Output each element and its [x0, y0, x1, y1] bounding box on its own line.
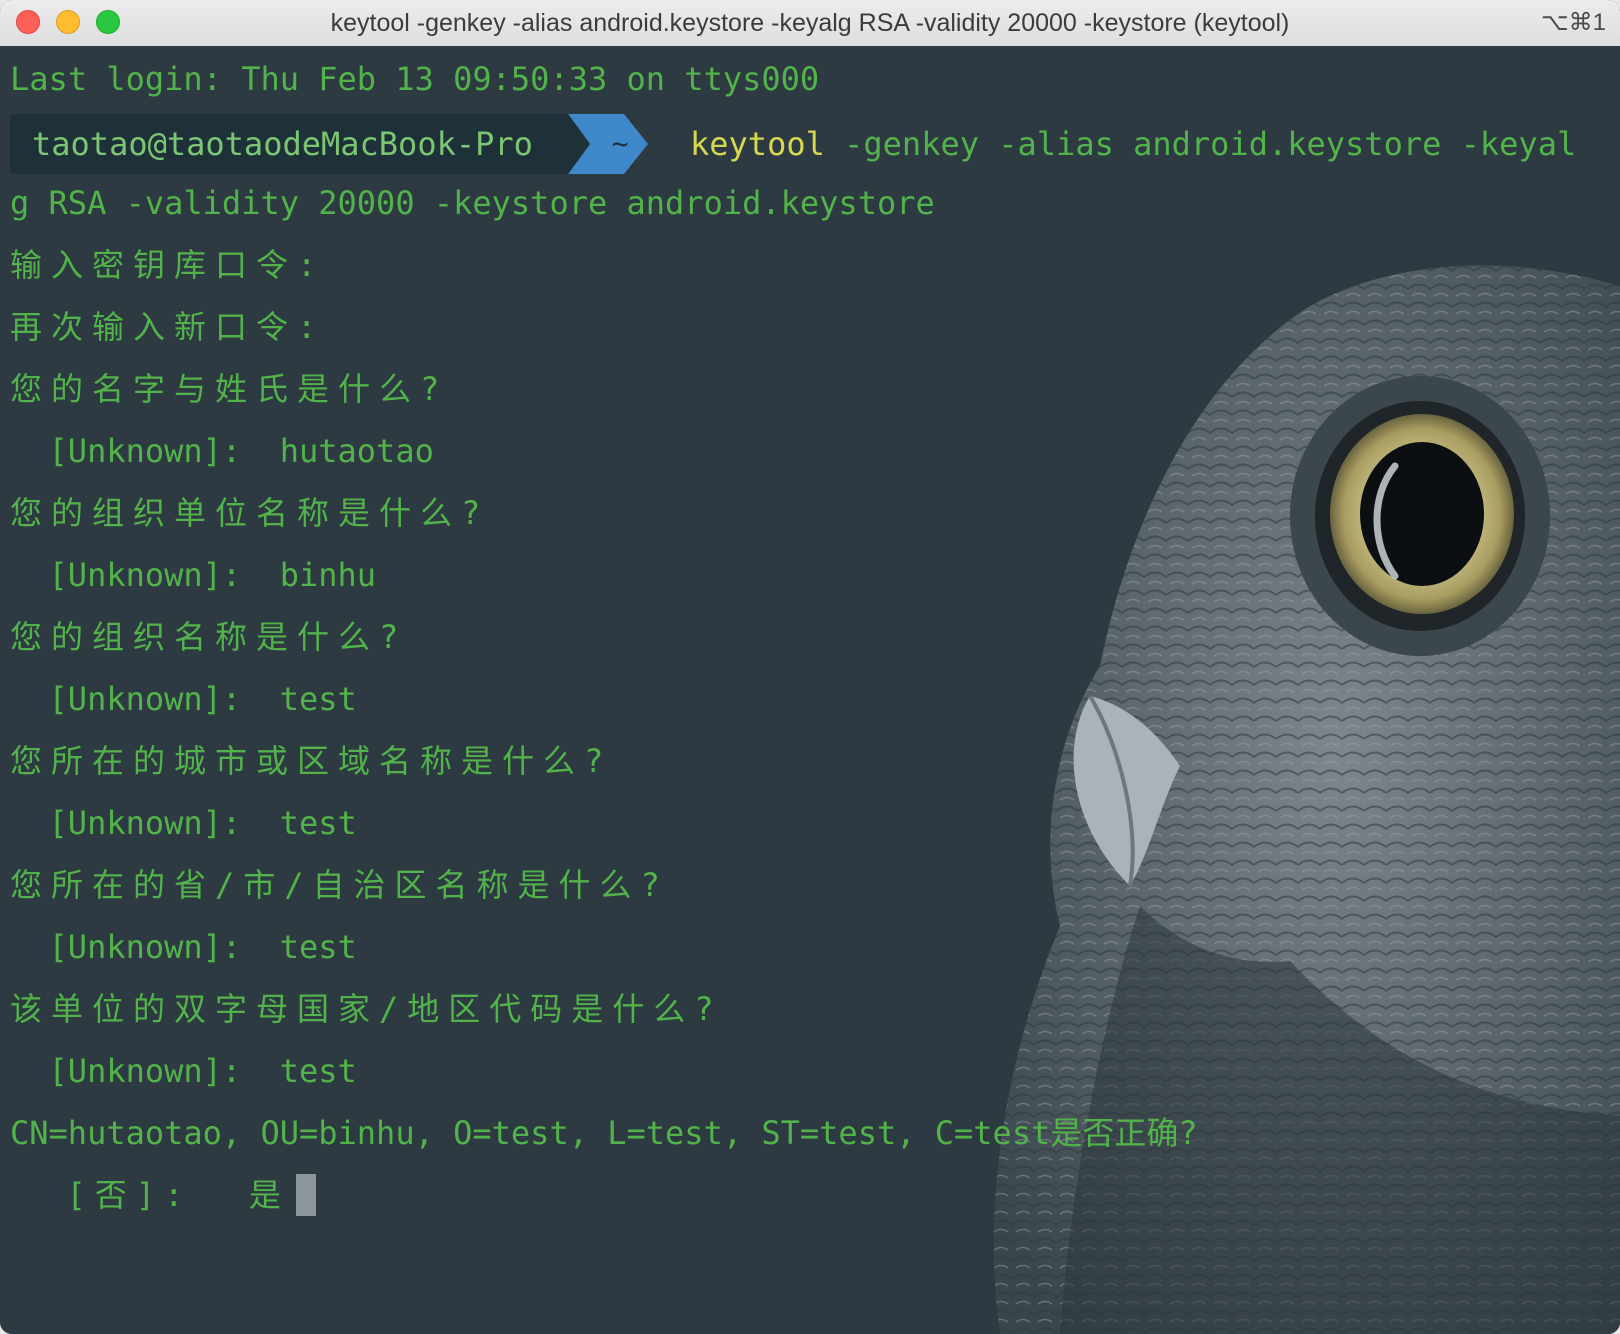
terminal-content[interactable]: Last login: Thu Feb 13 09:50:33 on ttys0… — [0, 46, 1620, 1334]
terminal-window: keytool -genkey -alias android.keystore … — [0, 0, 1620, 1334]
prompt-user-host: taotao@taotaodeMacBook-Pro — [10, 114, 568, 174]
output-line: 您的名字与姓氏是什么? — [10, 370, 449, 408]
command-program: keytool — [690, 125, 825, 163]
output-line: [Unknown]: test — [10, 804, 357, 842]
text-cursor — [295, 1174, 316, 1216]
prompt-dir: ~ — [611, 127, 629, 160]
terminal-output: Last login: Thu Feb 13 09:50:33 on ttys0… — [0, 46, 1620, 1334]
output-line: 再次输入新口令: — [10, 308, 326, 346]
output-line: 您的组织单位名称是什么? — [10, 494, 490, 532]
command-line: keytool -genkey -alias android.keystore … — [690, 114, 1576, 174]
command-wrap-line: g RSA -validity 20000 -keystore android.… — [10, 184, 935, 222]
zoom-button[interactable] — [96, 10, 120, 34]
output-line: [Unknown]: hutaotao — [10, 432, 434, 470]
title-bar[interactable]: keytool -genkey -alias android.keystore … — [0, 0, 1620, 47]
confirmation-line: CN=hutaotao, OU=binhu, O=test, L=test, S… — [10, 1114, 1198, 1152]
output-line: [Unknown]: test — [10, 680, 357, 718]
output-line: 您所在的城市或区域名称是什么? — [10, 742, 613, 780]
output-line: 该单位的双字母国家/地区代码是什么? — [10, 990, 723, 1028]
last-login-line: Last login: Thu Feb 13 09:50:33 on ttys0… — [10, 60, 820, 98]
close-button[interactable] — [16, 10, 40, 34]
output-line: [Unknown]: binhu — [10, 556, 377, 594]
minimize-button[interactable] — [56, 10, 80, 34]
output-line: [Unknown]: test — [10, 1052, 357, 1090]
window-title: keytool -genkey -alias android.keystore … — [330, 9, 1290, 37]
command-args: -genkey -alias android.keystore -keyal — [824, 125, 1577, 163]
tab-shortcut: ⌥⌘1 — [1540, 9, 1606, 36]
output-line: [Unknown]: test — [10, 928, 357, 966]
output-line: 输入密钥库口令: — [10, 246, 326, 284]
input-line[interactable]: [否]: 是 — [10, 1172, 316, 1218]
input-prompt: [否]: 是 — [10, 1176, 290, 1214]
output-line: 您所在的省/市/自治区名称是什么? — [10, 866, 669, 904]
output-line: 您的组织名称是什么? — [10, 618, 408, 656]
